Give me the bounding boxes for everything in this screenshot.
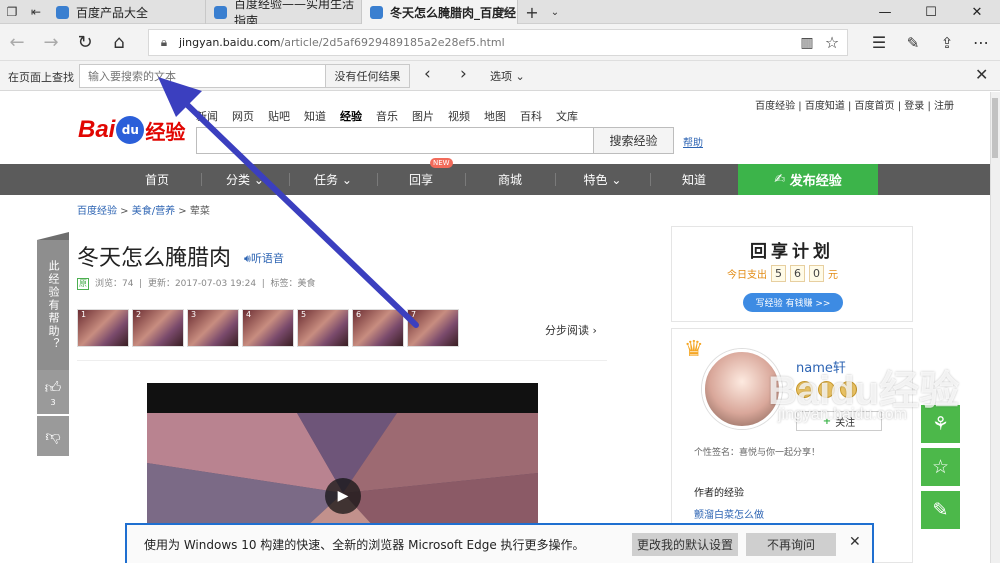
dont-ask-button[interactable]: 不再询问 — [746, 533, 836, 556]
change-default-button[interactable]: 更改我的默认设置 — [632, 533, 738, 556]
edge-default-notification: 使用为 Windows 10 构建的快速、全新的浏览器 Microsoft Ed… — [125, 523, 874, 563]
annotation-arrow — [158, 77, 419, 328]
close-icon[interactable]: ✕ — [849, 534, 861, 550]
notification-text: 使用为 Windows 10 构建的快速、全新的浏览器 Microsoft Ed… — [144, 538, 585, 552]
